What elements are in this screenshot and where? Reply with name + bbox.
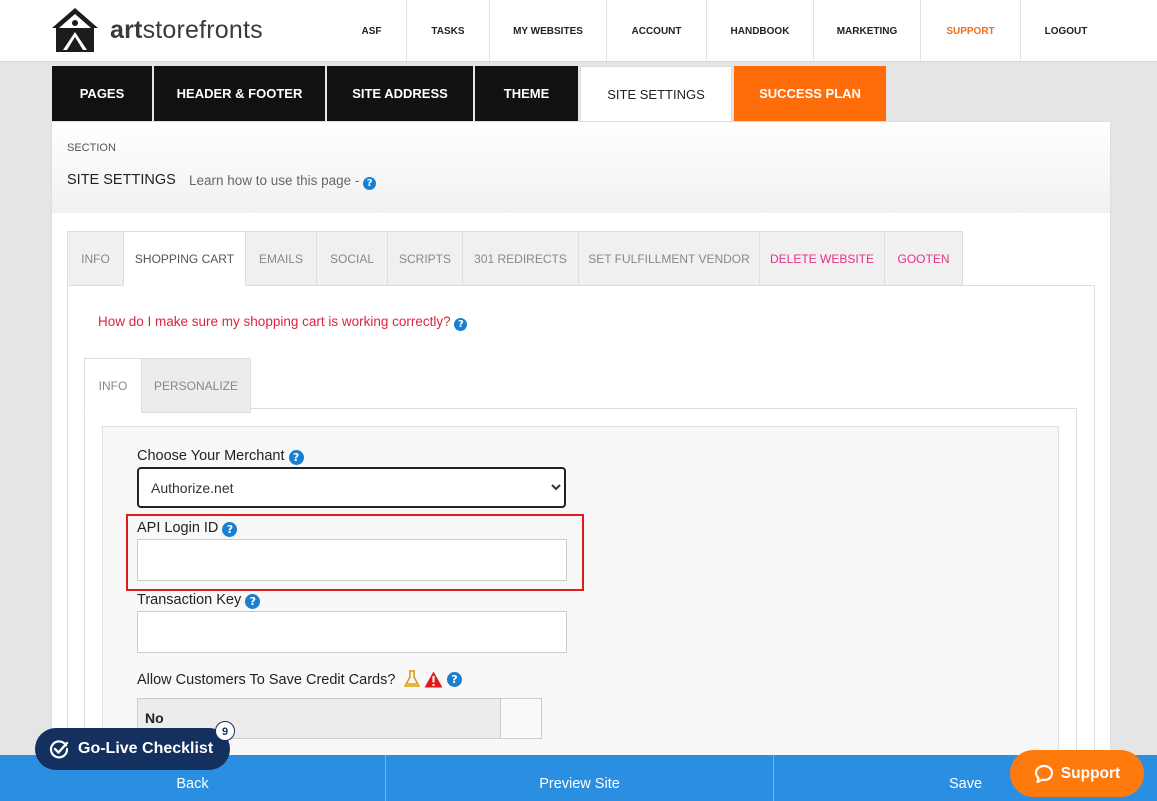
beta-flask-icon (404, 670, 420, 687)
nav-asf[interactable]: ASF (337, 0, 407, 62)
merchant-select[interactable]: Authorize.net (137, 467, 566, 508)
top-navigation: ASF TASKS MY WEBSITES ACCOUNT HANDBOOK MARKET… (337, 0, 1111, 62)
tab-pages[interactable]: PAGES (52, 66, 152, 121)
api-login-label: API Login ID ? (137, 520, 238, 537)
chat-bubble-icon (1034, 764, 1053, 783)
sub-tab-emails[interactable]: EMAILS (246, 231, 317, 286)
settings-sub-tabs: INFO SHOPPING CART EMAILS SOCIAL SCRIPTS… (67, 231, 963, 286)
sub-tab-set-fulfillment-vendor[interactable]: SET FULFILLMENT VENDOR (579, 231, 760, 286)
save-cards-icons: ? (404, 670, 462, 688)
save-cards-toggle-value: No (145, 710, 164, 726)
main-tabs: PAGES HEADER & FOOTER SITE ADDRESS THEME… (52, 66, 888, 122)
api-login-label-text: API Login ID (137, 520, 223, 536)
merchant-label: Choose Your Merchant ? (137, 448, 304, 465)
inner-tab-info[interactable]: INFO (84, 358, 142, 413)
shopping-cart-inner-tabs: INFO PERSONALIZE (84, 358, 251, 413)
inner-tab-personalize[interactable]: PERSONALIZE (142, 358, 251, 413)
nav-marketing[interactable]: MARKETING (814, 0, 921, 62)
tab-theme[interactable]: THEME (475, 66, 578, 121)
support-button-label: Support (1060, 764, 1121, 782)
nav-logout[interactable]: LOGOUT (1021, 0, 1111, 62)
sub-tab-scripts[interactable]: SCRIPTS (388, 231, 463, 286)
go-live-checklist-button[interactable]: Go-Live Checklist 9 (35, 721, 235, 770)
merchant-label-text: Choose Your Merchant (137, 448, 289, 464)
sub-tab-shopping-cart[interactable]: SHOPPING CART (124, 231, 246, 286)
transaction-key-label: Transaction Key ? (137, 592, 261, 609)
house-logo-icon (52, 8, 98, 52)
nav-support[interactable]: SUPPORT (921, 0, 1021, 62)
check-circle-icon (49, 740, 69, 759)
checklist-count-badge: 9 (215, 721, 235, 741)
transaction-key-label-text: Transaction Key (137, 592, 246, 608)
help-icon: ? (363, 177, 377, 190)
tab-site-address[interactable]: SITE ADDRESS (327, 66, 473, 121)
help-icon[interactable]: ? (222, 522, 238, 537)
help-icon[interactable]: ? (288, 450, 304, 465)
sub-tab-delete-website[interactable]: DELETE WEBSITE (760, 231, 885, 286)
nav-handbook[interactable]: HANDBOOK (707, 0, 814, 62)
help-icon: ? (454, 318, 468, 331)
toggle-knob[interactable] (500, 699, 541, 738)
tab-header-footer[interactable]: HEADER & FOOTER (154, 66, 325, 121)
help-icon[interactable]: ? (245, 594, 261, 609)
warning-icon (424, 671, 443, 687)
nav-my-websites[interactable]: MY WEBSITES (490, 0, 607, 62)
learn-how-link[interactable]: Learn how to use this page - ? (189, 173, 377, 190)
api-login-id-input[interactable] (137, 539, 567, 581)
sub-tab-info[interactable]: INFO (67, 231, 124, 286)
nav-tasks[interactable]: TASKS (407, 0, 490, 62)
save-cards-label-text: Allow Customers To Save Credit Cards? (137, 672, 396, 688)
sub-tab-social[interactable]: SOCIAL (317, 231, 388, 286)
shopping-cart-help-link[interactable]: How do I make sure my shopping cart is w… (98, 314, 468, 331)
section-eyebrow: SECTION (67, 142, 116, 154)
logo-text-bold: art (110, 15, 143, 44)
help-icon[interactable]: ? (447, 671, 462, 687)
top-bar: artstorefronts ASF TASKS MY WEBSITES ACCOUN… (0, 0, 1157, 62)
page-title: SITE SETTINGS (67, 172, 176, 188)
sub-tab-301-redirects[interactable]: 301 REDIRECTS (463, 231, 579, 286)
sub-tab-gooten[interactable]: GOOTEN (885, 231, 963, 286)
tab-success-plan[interactable]: SUCCESS PLAN (734, 66, 886, 121)
section-header: SECTION SITE SETTINGS Learn how to use t… (51, 121, 1111, 214)
tab-site-settings[interactable]: SITE SETTINGS (580, 66, 732, 122)
transaction-key-input[interactable] (137, 611, 567, 653)
shopping-cart-help-label: How do I make sure my shopping cart is w… (98, 314, 455, 329)
logo-text-rest: storefronts (142, 15, 263, 44)
preview-site-button[interactable]: Preview Site (386, 755, 774, 801)
learn-how-link-label: Learn how to use this page - (189, 173, 364, 188)
save-cards-label: Allow Customers To Save Credit Cards? (137, 672, 395, 688)
nav-account[interactable]: ACCOUNT (607, 0, 707, 62)
support-chat-button[interactable]: Support (1010, 750, 1144, 797)
go-live-checklist-label: Go-Live Checklist (78, 740, 214, 757)
artstorefronts-logo[interactable]: artstorefronts (50, 6, 263, 54)
